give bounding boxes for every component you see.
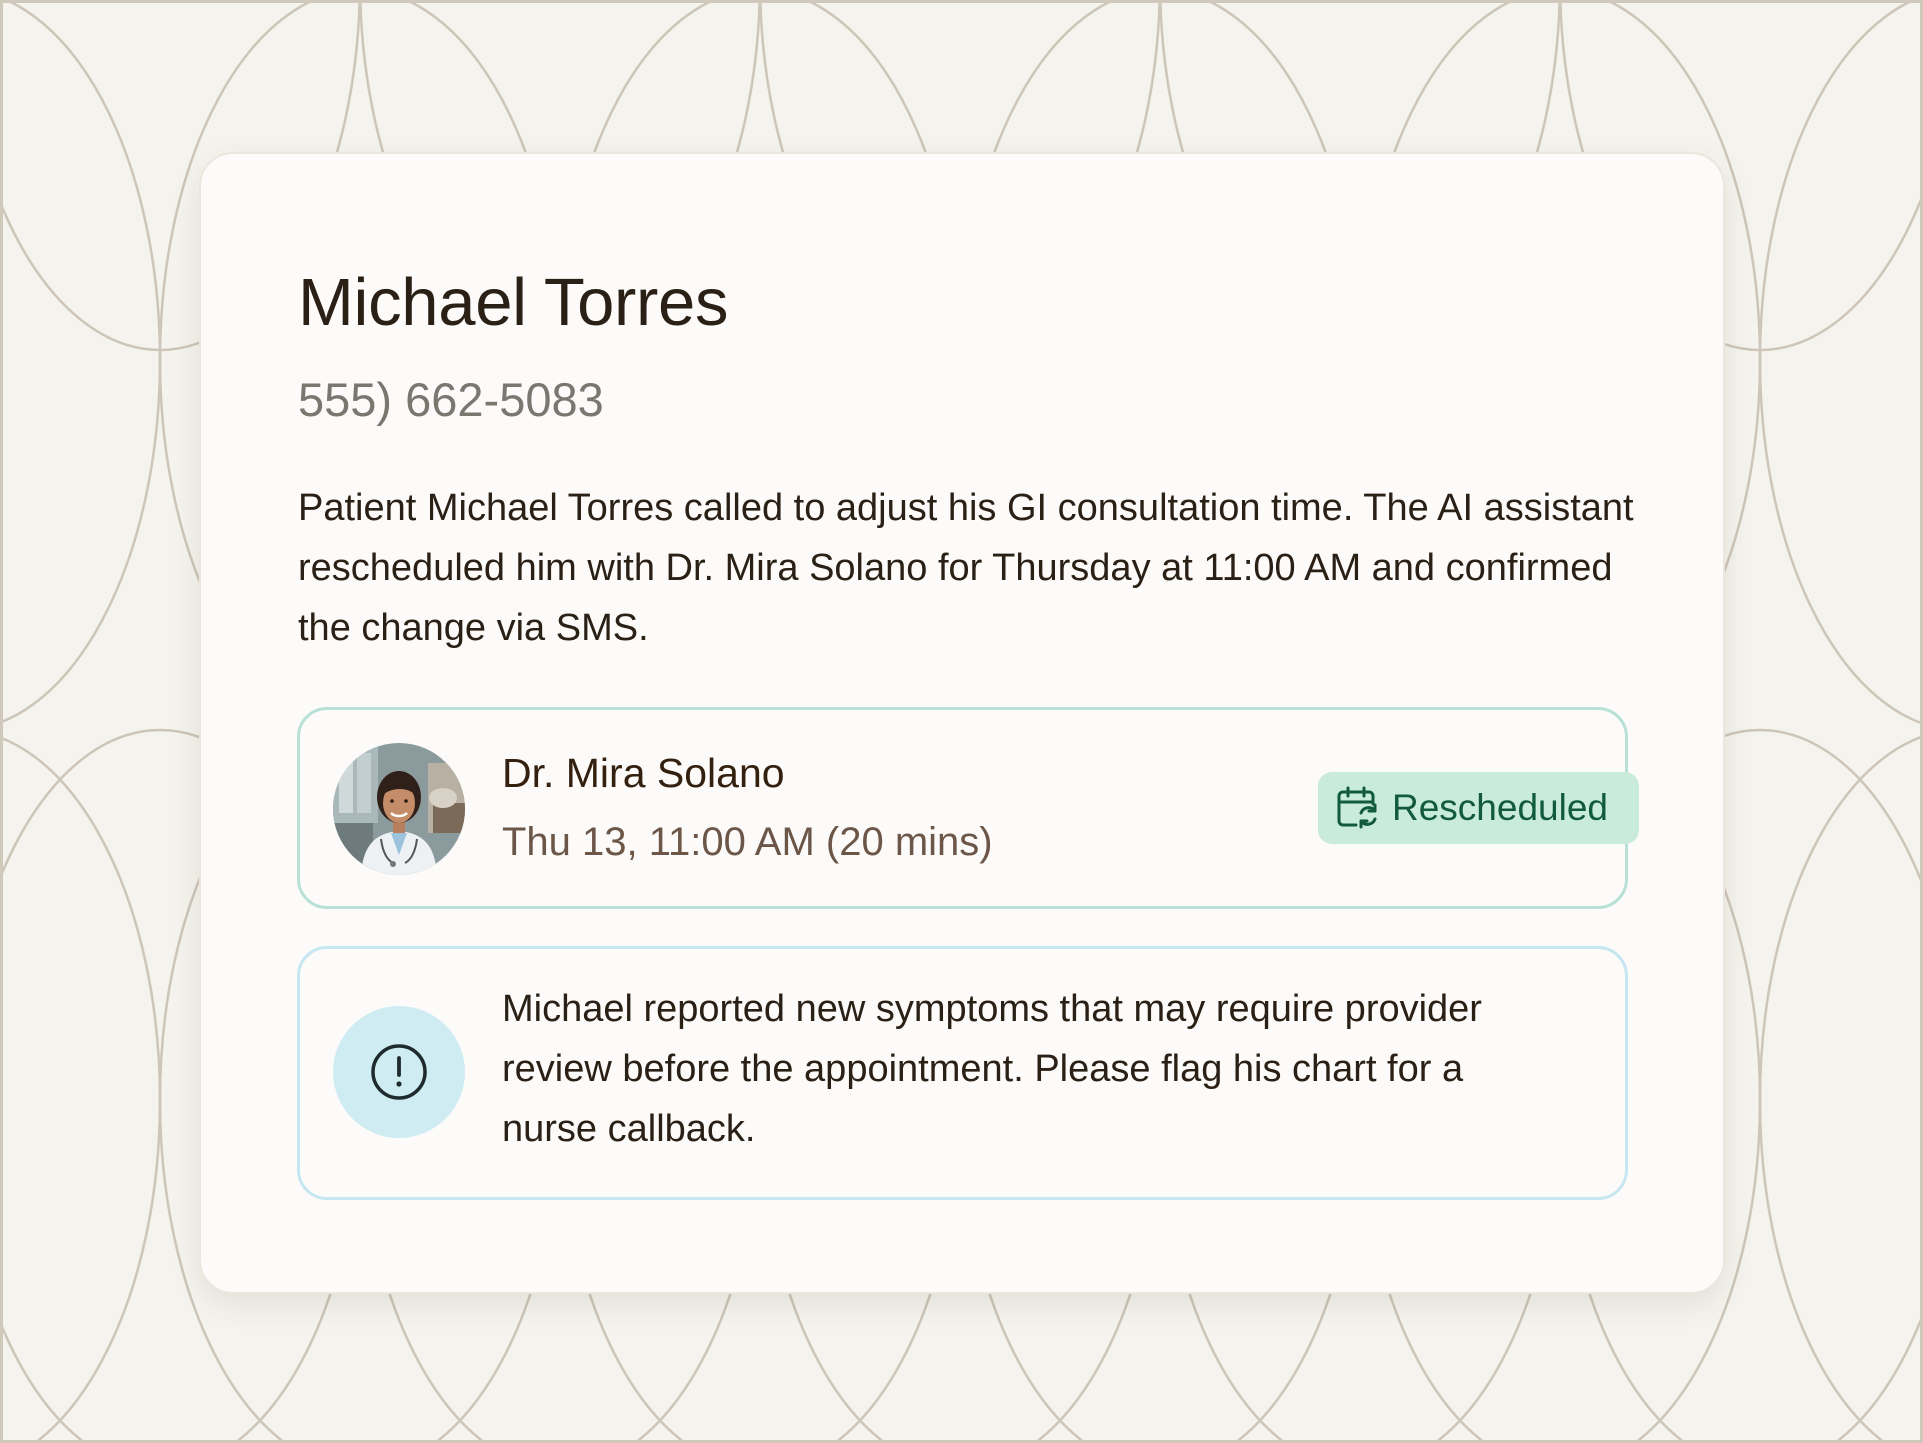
call-summary-text: Patient Michael Torres called to adjust … [298, 487, 1634, 649]
appointment-card[interactable]: Dr. Mira Solano Thu 13, 11:00 AM (20 min… [297, 707, 1639, 909]
appointment-time: Thu 13, 11:00 AM (20 mins) [502, 820, 993, 864]
patient-phone[interactable]: 555) 662-5083 [298, 372, 604, 427]
doctor-avatar [333, 743, 465, 875]
patient-name: Michael Torres [298, 265, 729, 340]
alert-circle-icon [371, 1044, 427, 1100]
doctor-name: Dr. Mira Solano [502, 750, 785, 796]
alert-card: Michael reported new symptoms that may r… [297, 946, 1628, 1200]
status-badge: Rescheduled [1318, 772, 1639, 844]
alert-message: Michael reported new symptoms that may r… [502, 988, 1482, 1150]
alert-icon-badge [333, 1006, 465, 1138]
calendar-reschedule-icon [1337, 786, 1377, 829]
status-label: Rescheduled [1392, 787, 1608, 828]
call-summary-card: Michael Torres 555) 662-5083 Patient Mic… [199, 152, 1725, 1294]
